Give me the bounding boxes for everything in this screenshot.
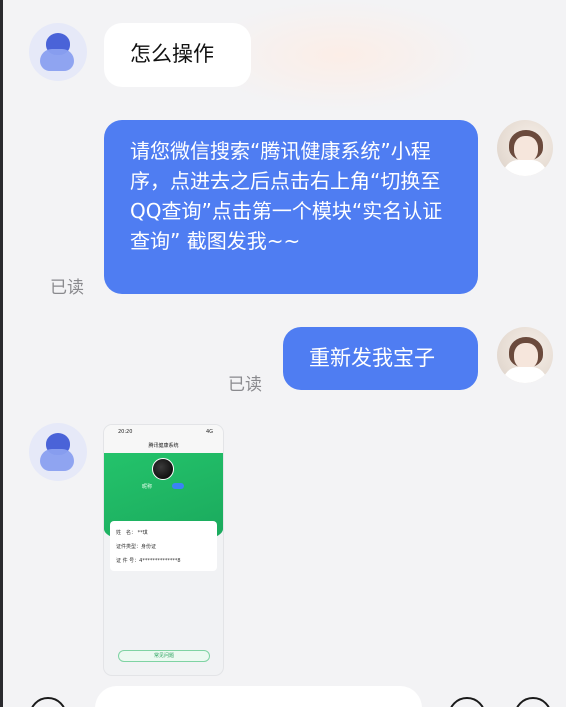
image-message-thumbnail[interactable]: 20:20 4G 腾讯健康系统 昵称 姓 名： **琪 证件类型：身份证 证 件… (104, 425, 223, 675)
thumbnail-profile-pic (152, 458, 174, 480)
read-status: 已读 (50, 278, 84, 298)
thumbnail-tag (172, 483, 184, 489)
plus-icon[interactable] (514, 697, 552, 707)
message-text: 重新发我宝子 (309, 346, 435, 370)
message-text: 请您微信搜索“腾讯健康系统”小程序，点进去之后点击右上角“切换至QQ查询”点击第… (130, 139, 443, 253)
user-avatar-photo[interactable] (497, 327, 553, 383)
thumbnail-row-name: 姓 名： **琪 (116, 530, 148, 536)
thumbnail-row-idnumber: 证 件 号：4**************8 (116, 558, 181, 564)
bot-avatar-icon[interactable] (29, 423, 87, 481)
thumbnail-nickname: 昵称 (142, 484, 153, 490)
user-avatar-photo[interactable] (497, 120, 553, 176)
thumbnail-time: 20:20 (118, 429, 133, 435)
thumbnail-row-idtype: 证件类型：身份证 (116, 544, 157, 550)
thumbnail-faq-button: 常见问题 (118, 650, 210, 662)
message-text: 怎么操作 (130, 42, 214, 66)
window-edge (0, 0, 3, 707)
message-bubble-outgoing[interactable]: 重新发我宝子 (283, 327, 478, 390)
thumbnail-status-bar: 20:20 4G (104, 425, 223, 439)
thumbnail-signal: 4G (205, 429, 213, 435)
message-input[interactable] (95, 686, 422, 707)
message-bubble-incoming[interactable]: 怎么操作 (104, 23, 251, 87)
read-status: 已读 (228, 375, 262, 395)
message-bubble-outgoing[interactable]: 请您微信搜索“腾讯健康系统”小程序，点进去之后点击右上角“切换至QQ查询”点击第… (104, 120, 478, 294)
thumbnail-nav-title: 腾讯健康系统 (104, 439, 223, 453)
voice-icon[interactable] (29, 697, 67, 707)
bot-avatar-icon[interactable] (29, 23, 87, 81)
emoji-icon[interactable] (448, 697, 486, 707)
thumbnail-info-card: 姓 名： **琪 证件类型：身份证 证 件 号：4**************8 (110, 521, 217, 571)
